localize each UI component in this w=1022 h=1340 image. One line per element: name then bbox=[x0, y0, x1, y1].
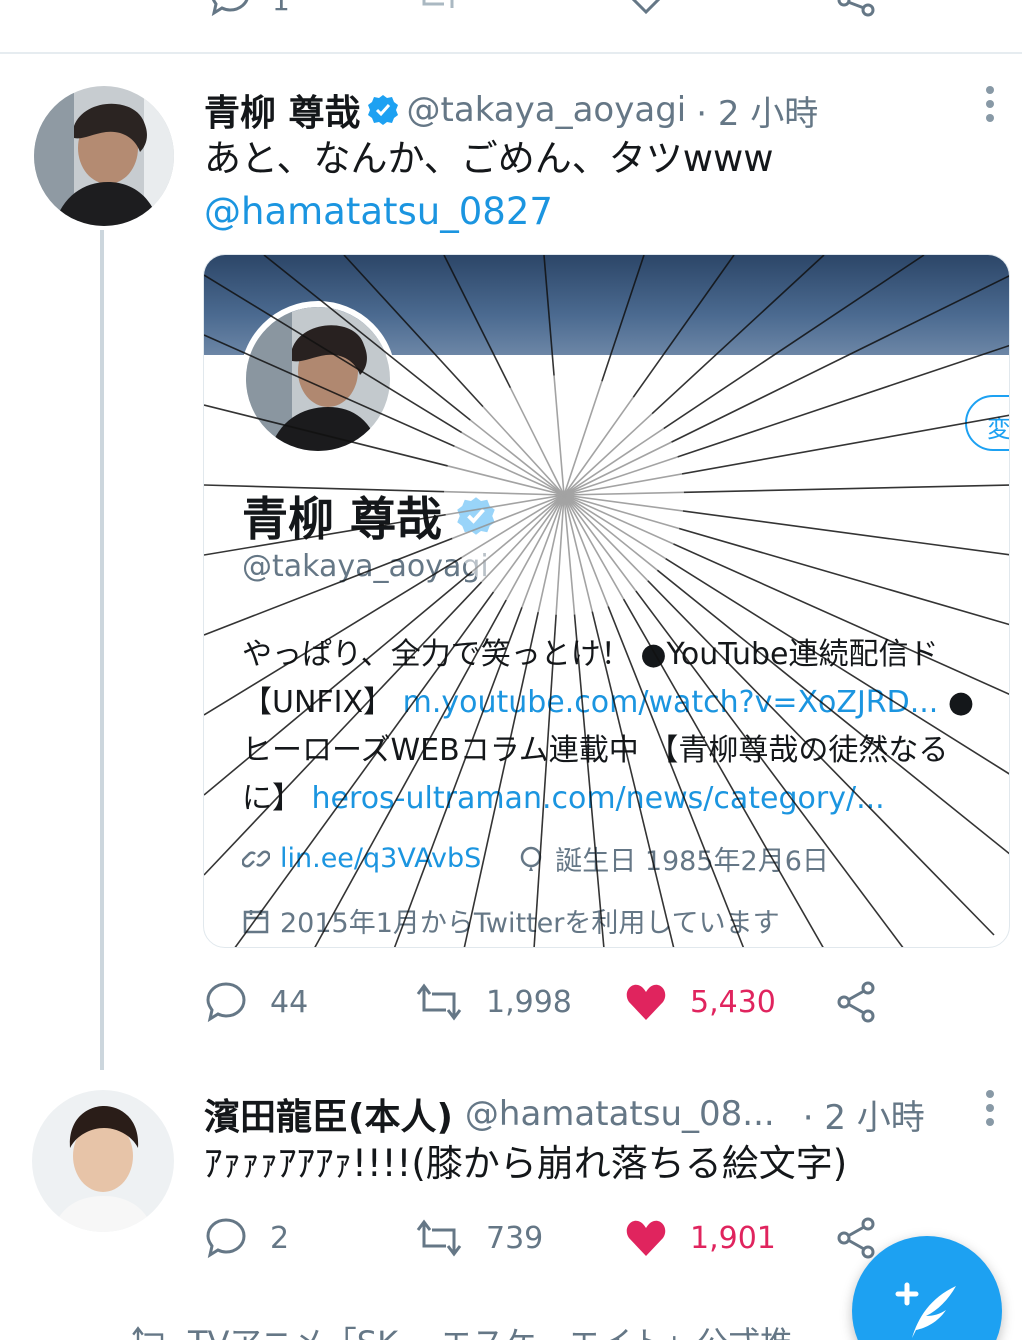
card-website-text: lin.ee/q3VAvbS bbox=[280, 843, 482, 874]
card-joined: 2015年1月からTwitterを利用しています bbox=[242, 901, 780, 940]
reply-button[interactable]: 44 bbox=[204, 980, 308, 1024]
retweeted-by-text: TVアニメ「SKｰｰ エスケーエイト」公式推 bbox=[188, 1318, 792, 1340]
card-name-text: 青柳 尊哉 bbox=[242, 492, 443, 546]
share-icon bbox=[837, 1217, 875, 1259]
card-bio-text: 【UNFIX】 bbox=[242, 685, 394, 720]
display-name[interactable]: 濱田龍臣(本人) bbox=[204, 1088, 453, 1140]
retweet-count: 1,998 bbox=[486, 984, 572, 1020]
calendar-icon bbox=[243, 909, 269, 933]
verified-icon bbox=[367, 95, 398, 125]
like-button[interactable]: 5,430 bbox=[624, 980, 776, 1024]
avatar[interactable] bbox=[34, 86, 174, 226]
retweet-button[interactable]: 1,998 bbox=[414, 980, 572, 1024]
card-display-name: 青柳 尊哉 bbox=[242, 483, 504, 549]
retweet-icon bbox=[416, 983, 462, 1021]
tweet-header: 濱田龍臣(本人) @hamatatsu_08... · 2 小時 bbox=[204, 1088, 925, 1140]
tweet-actions: 2 739 1,901 bbox=[204, 1216, 904, 1266]
reply-count: 1 bbox=[272, 0, 290, 17]
card-joined-text: 2015年1月からTwitterを利用しています bbox=[280, 908, 780, 939]
more-icon[interactable] bbox=[982, 86, 998, 126]
tweet-actions: 44 1,998 5,430 bbox=[204, 980, 904, 1030]
previous-tweet-actions: 1 bbox=[0, 0, 1022, 22]
card-avatar bbox=[240, 301, 396, 457]
share-icon bbox=[837, 981, 875, 1023]
tweet-header: 青柳 尊哉 @takaya_aoyagi · 2 小時 bbox=[204, 84, 818, 136]
card-bio-text: に】 bbox=[242, 781, 302, 816]
card-handle: @takaya_aoyagi bbox=[242, 549, 489, 584]
tweet-divider bbox=[0, 52, 1022, 54]
reply-icon[interactable] bbox=[208, 0, 252, 18]
link-icon bbox=[242, 850, 270, 867]
reply-count: 2 bbox=[270, 1220, 290, 1256]
balloon-icon bbox=[520, 846, 542, 871]
like-icon[interactable] bbox=[624, 0, 668, 18]
like-button[interactable]: 1,901 bbox=[624, 1216, 776, 1260]
like-count: 5,430 bbox=[690, 984, 776, 1020]
username[interactable]: @takaya_aoyagi bbox=[407, 90, 687, 130]
tweet-text: ｱｧｧｧｱｱｱｧ!!!!(膝から崩れ落ちる絵文字) bbox=[204, 1142, 848, 1185]
retweet-icon[interactable] bbox=[416, 0, 460, 18]
reply-count: 44 bbox=[270, 984, 309, 1020]
more-icon[interactable] bbox=[982, 1090, 998, 1130]
username[interactable]: @hamatatsu_08... bbox=[465, 1094, 775, 1134]
reply-button[interactable]: 2 bbox=[204, 1216, 289, 1260]
like-count: 1,901 bbox=[690, 1220, 776, 1256]
reply-icon bbox=[206, 1218, 246, 1259]
share-button[interactable] bbox=[834, 980, 900, 1024]
retweet-button[interactable]: 739 bbox=[414, 1216, 543, 1260]
card-bio-link: heros-ultraman.com/news/category/... bbox=[311, 781, 885, 816]
verified-icon bbox=[457, 497, 495, 535]
card-bio-text: ● bbox=[947, 685, 975, 720]
next-tweet-context: TVアニメ「SKｰｰ エスケーエイト」公式推 bbox=[130, 1318, 792, 1340]
card-bio-line: に】 heros-ultraman.com/news/category/... bbox=[242, 773, 885, 817]
edit-profile-button: 変 bbox=[965, 395, 1009, 451]
thread-line bbox=[100, 230, 104, 1070]
like-icon bbox=[626, 984, 666, 1020]
mention-link[interactable]: @hamatatsu_0827 bbox=[204, 190, 553, 233]
card-bio-line: やっぱり、全力で笑っとけ！ ●YouTube連続配信ド bbox=[242, 637, 939, 672]
card-bio-link: m.youtube.com/watch?v=XoZJRD... bbox=[402, 685, 939, 720]
card-website: lin.ee/q3VAvbS 誕生日 1985年2月6日 bbox=[242, 839, 829, 878]
compose-icon bbox=[895, 1282, 956, 1338]
avatar[interactable] bbox=[32, 1090, 174, 1232]
card-bio-line: ヒーローズWEBコラム連載中 【青柳尊哉の徒然なる bbox=[242, 733, 949, 768]
display-name[interactable]: 青柳 尊哉 bbox=[204, 84, 361, 136]
timestamp: · 2 小時 bbox=[802, 1097, 925, 1138]
tweet-image[interactable]: 変 青柳 尊哉 @takaya_aoyagi やっぱり、全力で笑っとけ！ ●Yo… bbox=[203, 254, 1010, 948]
card-bio-line: 【UNFIX】 m.youtube.com/watch?v=XoZJRD... … bbox=[242, 677, 974, 721]
tweet-text: あと、なんか、ごめん、タツwww bbox=[204, 137, 774, 180]
like-icon bbox=[626, 1220, 666, 1256]
retweet-icon bbox=[132, 1326, 164, 1340]
retweet-count: 739 bbox=[486, 1220, 544, 1256]
reply-icon bbox=[206, 982, 246, 1023]
timestamp: · 2 小時 bbox=[696, 93, 819, 134]
card-birthday: 誕生日 1985年2月6日 bbox=[555, 846, 829, 877]
retweet-icon bbox=[416, 1219, 462, 1257]
share-icon[interactable] bbox=[834, 0, 878, 18]
